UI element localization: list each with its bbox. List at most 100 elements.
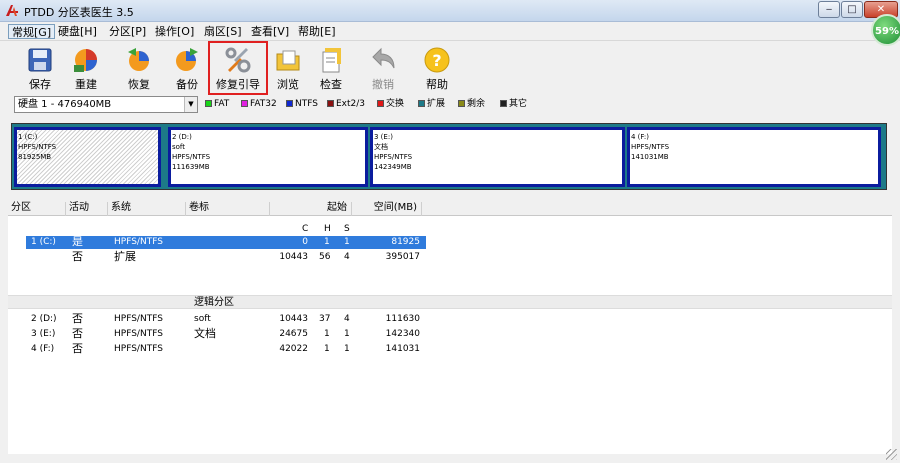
legend-label: FAT32 (250, 99, 277, 109)
cell-h: 1 (324, 329, 330, 339)
menu-partition[interactable]: 分区[P] (106, 24, 149, 39)
menu-general[interactable]: 常规[G] (8, 24, 56, 39)
cell-active: 否 (72, 250, 83, 263)
restore-label: 恢复 (128, 78, 150, 91)
repair-boot-label: 修复引导 (216, 78, 260, 91)
backup-button[interactable]: 备份 (162, 43, 212, 93)
backup-label: 备份 (176, 78, 198, 91)
cell-system: HPFS/NTFS (114, 314, 163, 324)
table-row[interactable]: 2 (D:) 否 HPFS/NTFS soft 10443 37 4 11163… (26, 313, 426, 326)
menu-sector[interactable]: 扇区[S] (201, 24, 245, 39)
cell-partition: 4 (F:) (31, 344, 55, 354)
save-label: 保存 (29, 78, 51, 91)
cell-s: 4 (344, 314, 350, 324)
table-row[interactable]: 3 (E:) 否 HPFS/NTFS 文档 24675 1 1 142340 (26, 328, 426, 341)
partition-size: 81925MB (18, 153, 52, 161)
legend-label: FAT (214, 99, 230, 109)
cell-active: 否 (72, 312, 83, 325)
partition-box-e[interactable]: 3 (E:) 文档 HPFS/NTFS 142349MB (370, 127, 625, 187)
partition-id: 2 (D:) (172, 133, 192, 141)
maximize-button[interactable]: □ (841, 1, 863, 18)
partition-box-d[interactable]: 2 (D:) soft HPFS/NTFS 111639MB (168, 127, 368, 187)
rebuild-button[interactable]: 重建 (61, 43, 111, 93)
legend-label: 交换 (386, 99, 405, 109)
partition-id: 3 (E:) (374, 133, 393, 141)
table-header: 分区 活动 系统 卷标 起始 空间(MB) (8, 200, 892, 216)
partition-id: 1 (C:) (18, 133, 38, 141)
minimize-button[interactable]: ‒ (818, 1, 840, 18)
partition-fs: HPFS/NTFS (18, 143, 57, 151)
toolbar: 保存 重建 恢复 备份 修复引导 浏览 检查 撤销 ? 帮助 (0, 41, 900, 95)
cell-h: 1 (324, 344, 330, 354)
cell-c: 42022 (279, 344, 308, 354)
browse-icon (276, 50, 300, 71)
cell-partition: 2 (D:) (31, 314, 57, 324)
legend-swap: 交换 (377, 97, 404, 111)
menu-view[interactable]: 查看[V] (248, 24, 292, 39)
cell-active: 否 (72, 342, 83, 355)
col-label[interactable]: 卷标 (186, 202, 270, 216)
cell-label: 文档 (194, 327, 216, 340)
menu-help[interactable]: 帮助[E] (295, 24, 339, 39)
partition-label: soft (172, 143, 186, 151)
legend-swatch (241, 100, 248, 107)
cell-s: 1 (344, 344, 350, 354)
chevron-down-icon[interactable]: ▼ (184, 97, 197, 112)
check-label: 检查 (320, 78, 342, 91)
cell-label: soft (194, 314, 211, 324)
cell-system: HPFS/NTFS (114, 237, 163, 247)
restore-button[interactable]: 恢复 (114, 43, 164, 93)
cell-h: 1 (324, 237, 330, 247)
check-button[interactable]: 检查 (306, 43, 356, 93)
backup-icon (176, 48, 198, 71)
cell-size: 141031 (385, 344, 420, 354)
app-window: PTDD 分区表医生 3.5 ‒ □ ✕ 常规[G] 硬盘[H] 分区[P] 操… (0, 0, 900, 463)
cell-c: 24675 (279, 329, 308, 339)
undo-icon (372, 47, 395, 69)
save-button[interactable]: 保存 (15, 43, 65, 93)
cell-size: 395017 (385, 252, 420, 262)
cell-partition: 3 (E:) (31, 329, 56, 339)
resize-grip-icon[interactable] (886, 449, 897, 460)
logical-group-header: 逻辑分区 (8, 295, 892, 309)
legend-free: 剩余 (458, 97, 485, 111)
legend-swatch (327, 100, 334, 107)
disk-row: 硬盘 1 - 476940MB ▼ FAT FAT32 NTFS Ext2/3 … (0, 95, 900, 115)
cell-s: 1 (344, 329, 350, 339)
table-row[interactable]: 4 (F:) 否 HPFS/NTFS 42022 1 1 141031 (26, 343, 426, 356)
cell-h: 56 (319, 252, 331, 262)
menu-disk[interactable]: 硬盘[H] (55, 24, 100, 39)
cell-c: 10443 (279, 314, 308, 324)
col-size[interactable]: 空间(MB) (352, 202, 422, 216)
legend-label: 其它 (509, 99, 528, 109)
legend-swatch (377, 100, 384, 107)
legend-other: 其它 (500, 97, 527, 111)
legend-label: NTFS (295, 99, 318, 109)
chs-s-header: S (344, 224, 350, 234)
partition-fs: HPFS/NTFS (631, 143, 670, 151)
table-row[interactable]: 否 扩展 10443 56 4 395017 (26, 251, 426, 264)
help-button[interactable]: ? 帮助 (412, 43, 462, 93)
legend-label: Ext2/3 (336, 99, 366, 109)
undo-button[interactable]: 撤销 (358, 43, 408, 93)
col-system[interactable]: 系统 (108, 202, 186, 216)
repair-boot-icon (225, 47, 251, 73)
partition-box-c[interactable]: 1 (C:) HPFS/NTFS 81925MB (14, 127, 161, 187)
partition-box-f[interactable]: 4 (F:) HPFS/NTFS 141031MB (627, 127, 881, 187)
legend-label: 剩余 (467, 99, 486, 109)
menu-operation[interactable]: 操作[O] (152, 24, 197, 39)
col-active[interactable]: 活动 (66, 202, 108, 216)
legend-extended: 扩展 (418, 97, 445, 111)
title-bar: PTDD 分区表医生 3.5 ‒ □ ✕ (0, 0, 900, 22)
partition-size: 111639MB (172, 163, 210, 171)
partition-size: 141031MB (631, 153, 669, 161)
table-row[interactable]: 1 (C:) 是 HPFS/NTFS 0 1 1 81925 (26, 236, 426, 249)
col-partition[interactable]: 分区 (8, 202, 66, 216)
cell-s: 4 (344, 252, 350, 262)
disk-select[interactable]: 硬盘 1 - 476940MB ▼ (14, 96, 198, 113)
col-start[interactable]: 起始 (270, 202, 352, 216)
legend-label: 扩展 (427, 99, 446, 109)
undo-label: 撤销 (372, 78, 394, 91)
rebuild-label: 重建 (75, 78, 97, 91)
repair-boot-button[interactable]: 修复引导 (208, 41, 268, 95)
